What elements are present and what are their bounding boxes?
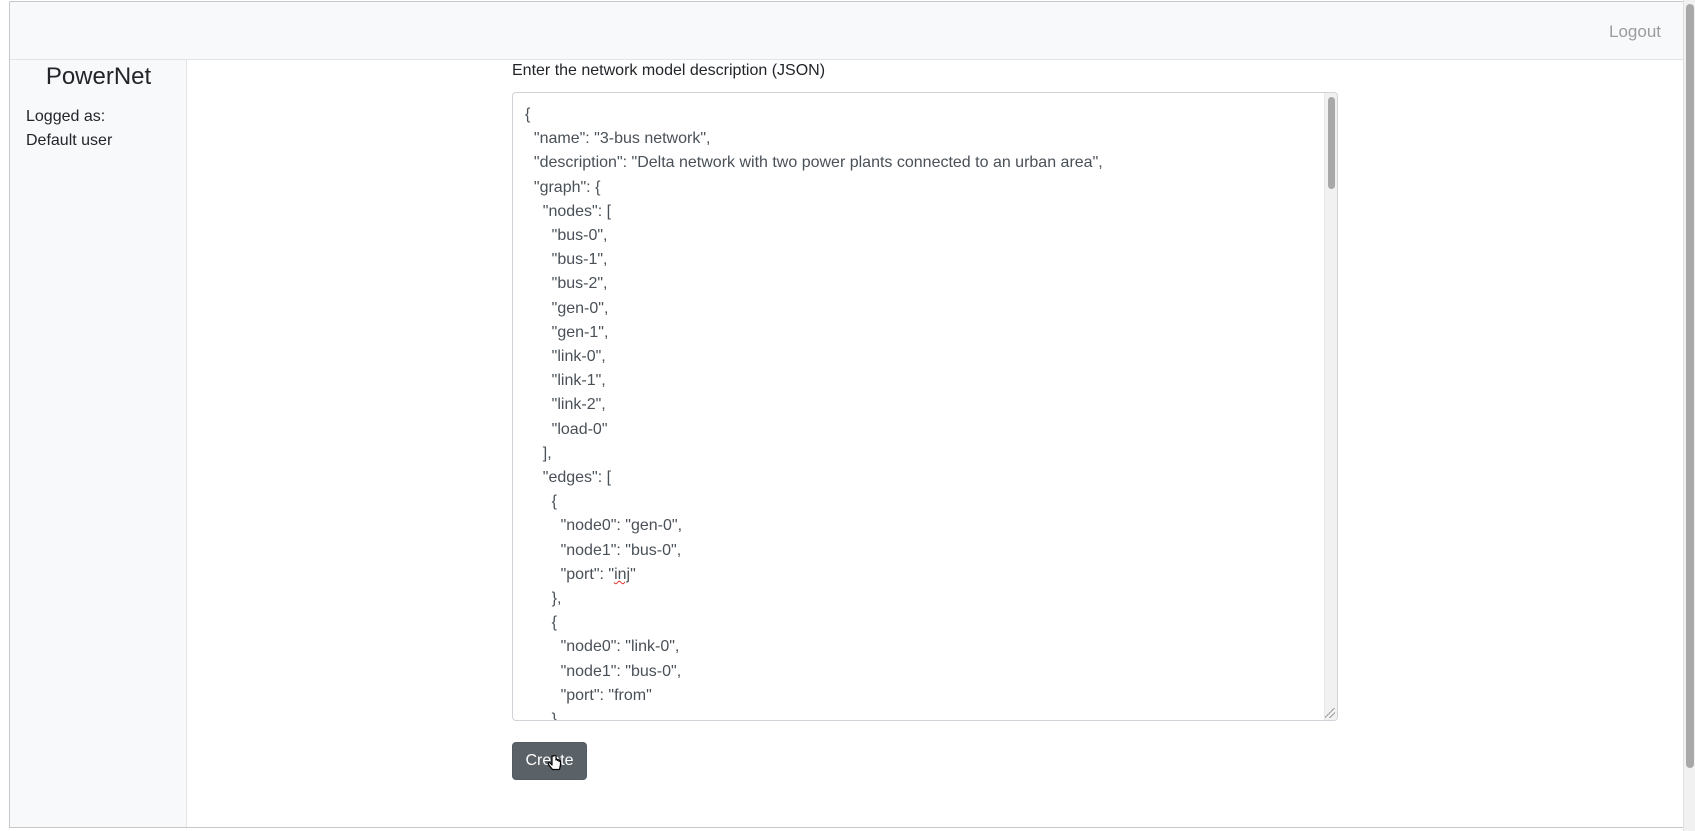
textarea-scrollbar-thumb[interactable] — [1328, 97, 1335, 189]
page-scrollbar-thumb[interactable] — [1686, 4, 1694, 768]
spellcheck-underline: inj — [614, 565, 631, 583]
json-textarea[interactable]: { "name": "3-bus network", "description"… — [512, 92, 1338, 721]
json-line: "node1": "bus-0", — [525, 662, 682, 680]
page-scrollbar[interactable] — [1683, 0, 1695, 831]
create-button[interactable]: Create — [512, 742, 587, 780]
json-line: "bus-0", — [525, 227, 608, 245]
json-field-label: Enter the network model description (JSO… — [512, 62, 826, 79]
sidebar: PowerNet Logged as: Default user — [10, 60, 187, 827]
json-line: "gen-1", — [525, 323, 609, 341]
json-line: "load-0" — [525, 420, 608, 438]
json-line: }, — [525, 590, 562, 608]
resize-handle-icon[interactable] — [1325, 708, 1335, 718]
top-navbar: Logout — [10, 2, 1683, 60]
logged-as-label: Logged as: — [26, 108, 106, 125]
json-line: "node1": "bus-0", — [525, 541, 682, 559]
json-line: "name": "3-bus network", — [525, 130, 711, 148]
json-line: "nodes": [ — [525, 202, 612, 220]
brand-title: PowerNet — [45, 63, 152, 90]
json-line: "bus-1", — [525, 251, 608, 269]
json-line: } — [525, 711, 558, 721]
logout-link[interactable]: Logout — [1609, 22, 1661, 42]
json-textarea-content[interactable]: { "name": "3-bus network", "description"… — [525, 103, 1103, 721]
json-line: "link-2", — [525, 396, 606, 414]
json-line: { — [525, 106, 531, 123]
json-line: "link-1", — [525, 372, 606, 390]
json-line: "link-0", — [525, 348, 606, 366]
json-line: ], — [525, 444, 552, 462]
json-line: { — [525, 614, 558, 632]
json-line: { — [525, 493, 558, 511]
json-line: "edges": [ — [525, 469, 612, 487]
json-line: "port": "from" — [525, 686, 652, 704]
textarea-scrollbar[interactable] — [1324, 93, 1337, 720]
json-line: "node0": "gen-0", — [525, 517, 683, 535]
json-line: "graph": { — [525, 178, 601, 196]
json-line: "node0": "link-0", — [525, 638, 680, 656]
json-line: "port": "inj" — [525, 565, 636, 583]
json-line: "bus-2", — [525, 275, 608, 293]
json-line: "gen-0", — [525, 299, 609, 317]
current-user-name: Default user — [26, 132, 113, 149]
json-line: "description": "Delta network with two p… — [525, 154, 1103, 172]
